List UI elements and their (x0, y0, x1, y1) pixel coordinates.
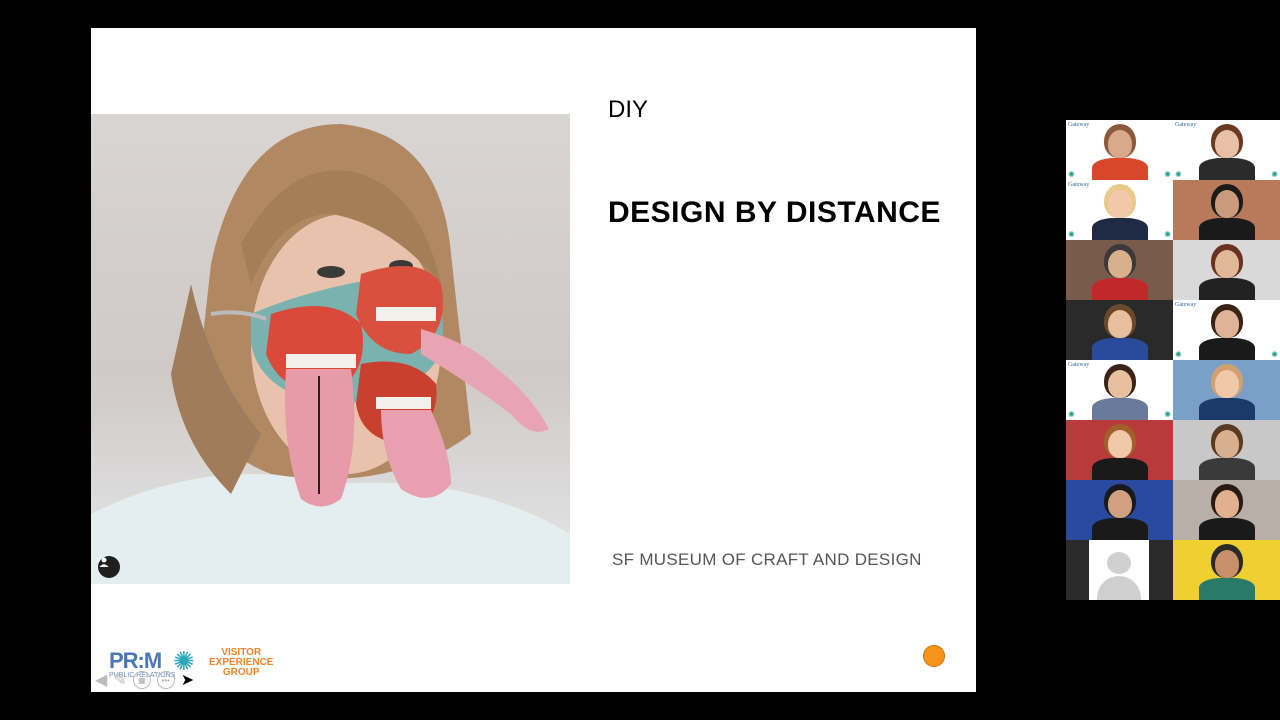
participant-body (1199, 518, 1255, 540)
snowflake-icon: ✺ (1164, 170, 1171, 179)
participant-face (1215, 130, 1239, 158)
snowflake-icon: ✺ (1164, 410, 1171, 419)
placeholder-avatar-icon (1089, 540, 1149, 600)
slide-photo (91, 114, 570, 584)
participant-body (1092, 218, 1148, 240)
snowflake-icon: ✺ (1271, 350, 1278, 359)
snowflake-icon: ✺ (1271, 170, 1278, 179)
slide-subheading: DIY (608, 96, 649, 123)
participant-face (1108, 370, 1132, 398)
grid-icon[interactable]: ▦ (132, 671, 151, 689)
participant-face (1108, 430, 1132, 458)
participant-video-tile[interactable] (1173, 240, 1280, 300)
recording-indicator (923, 645, 945, 667)
video-gallery: Gateway ✺ ✺ Gateway ✺ ✺ Gateway ✺ ✺ Gateway ✺ ✺ Gate… (1066, 120, 1280, 600)
participant-body (1199, 458, 1255, 480)
participant-face (1215, 430, 1239, 458)
more-icon[interactable]: ••• (156, 671, 175, 689)
participant-face (1215, 490, 1239, 518)
participant-video-tile[interactable] (1173, 480, 1280, 540)
participant-face (1108, 490, 1132, 518)
pointer-icon[interactable]: ➤ (181, 670, 194, 690)
presentation-slide: DIY DESIGN BY DISTANCE SF MUSEUM OF CRAF… (91, 28, 976, 692)
participant-face (1108, 250, 1132, 278)
presentation-toolbar: ◀ ✎ ▦ ••• ➤ (95, 668, 194, 692)
participant-video-tile[interactable] (1066, 240, 1173, 300)
participant-video-tile[interactable] (1173, 360, 1280, 420)
participant-face (1108, 190, 1132, 218)
participant-face (1108, 310, 1132, 338)
knitted-mask-photo (91, 124, 570, 584)
snowflake-icon: ✺ (1175, 170, 1182, 179)
participant-body (1092, 158, 1148, 180)
participant-body (1092, 458, 1148, 480)
participant-body (1092, 278, 1148, 300)
participant-face (1215, 550, 1239, 578)
participant-body (1199, 398, 1255, 420)
arrow-left-icon[interactable]: ◀ (95, 670, 107, 690)
participant-body (1199, 278, 1255, 300)
participant-face (1215, 250, 1239, 278)
participant-video-tile[interactable]: Gateway ✺ ✺ (1173, 120, 1280, 180)
virtual-background-brand: Gateway (1068, 122, 1090, 128)
virtual-background-brand: Gateway (1068, 362, 1090, 368)
participant-video-tile[interactable]: Gateway ✺ ✺ (1066, 120, 1173, 180)
participant-video-tile[interactable]: Gateway ✺ ✺ (1066, 360, 1173, 420)
participant-body (1199, 218, 1255, 240)
virtual-background-brand: Gateway (1175, 122, 1197, 128)
user-avatar-icon[interactable] (98, 556, 120, 578)
virtual-background-brand: Gateway (1068, 182, 1090, 188)
participant-body (1199, 158, 1255, 180)
participant-video-tile[interactable] (1066, 540, 1173, 600)
snowflake-icon: ✺ (1164, 230, 1171, 239)
participant-video-tile[interactable] (1066, 300, 1173, 360)
participant-body (1092, 518, 1148, 540)
participant-video-tile[interactable] (1066, 480, 1173, 540)
pen-icon[interactable]: ✎ (113, 670, 126, 690)
participant-video-tile[interactable] (1173, 420, 1280, 480)
snowflake-icon: ✺ (1068, 230, 1075, 239)
participant-face (1215, 190, 1239, 218)
participant-face (1215, 370, 1239, 398)
participant-video-tile[interactable]: Gateway ✺ ✺ (1066, 180, 1173, 240)
snowflake-icon: ✺ (1068, 170, 1075, 179)
participant-body (1199, 338, 1255, 360)
participant-body (1092, 338, 1148, 360)
virtual-background-brand: Gateway (1175, 302, 1197, 308)
visitor-experience-group-logo: VISITOR EXPERIENCE GROUP (209, 648, 273, 678)
participant-body (1092, 398, 1148, 420)
participant-face (1215, 310, 1239, 338)
slide-credit: SF MUSEUM OF CRAFT AND DESIGN (612, 550, 922, 569)
participant-body (1199, 578, 1255, 600)
participant-video-tile[interactable] (1066, 420, 1173, 480)
logo-line-3: GROUP (222, 667, 260, 678)
snowflake-icon: ✺ (1068, 410, 1075, 419)
participant-video-tile[interactable] (1173, 180, 1280, 240)
participant-video-tile[interactable] (1173, 540, 1280, 600)
participant-face (1108, 130, 1132, 158)
snowflake-icon: ✺ (1175, 350, 1182, 359)
slide-title: DESIGN BY DISTANCE (608, 196, 941, 229)
participant-video-tile[interactable]: Gateway ✺ ✺ (1173, 300, 1280, 360)
